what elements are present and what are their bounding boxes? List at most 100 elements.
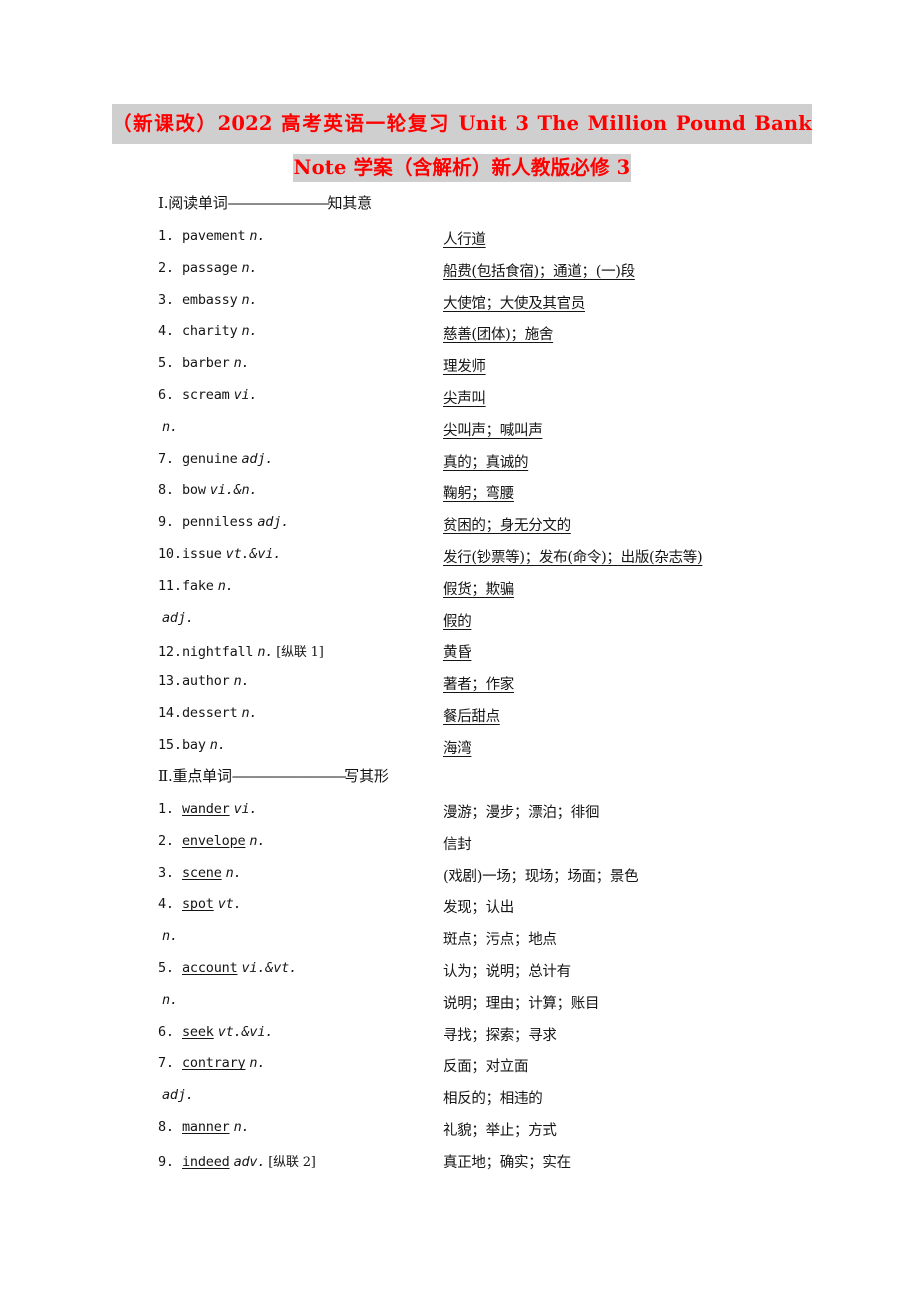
vocabulary-entry: 5. barber n. 理发师 [158, 355, 878, 381]
entry-meaning: 真正地；确实；实在 [443, 1154, 571, 1171]
entry-number: 11. [158, 577, 182, 594]
entry-meaning: 著者；作家 [443, 677, 514, 694]
entry-word: fake [182, 577, 214, 594]
entry-meaning: 海湾 [443, 740, 472, 757]
entry-meaning: 发行(钞票等)；发布(命令)；出版(杂志等) [443, 550, 703, 566]
entry-word: scene [182, 864, 222, 881]
entry-word: spot [182, 896, 214, 913]
entry-number: 14. [158, 705, 182, 721]
entry-part-of-speech: vi. [233, 387, 258, 403]
entry-part-of-speech: n. [217, 577, 234, 594]
entry-meaning: (戏剧)一场；现场；场面；景色 [443, 868, 639, 885]
entry-number: 5. [158, 355, 174, 372]
entry-term: 2. envelope n. [158, 833, 265, 849]
vocabulary-entry: 3. embassy n. 大使馆；大使及其官员 [158, 292, 878, 318]
entry-meaning: 斑点；污点；地点 [443, 932, 557, 949]
entry-term: 8. bow vi.&n. [158, 482, 258, 498]
entry-word: barber [182, 355, 230, 372]
vocabulary-entry: 7. contrary n. 反面；对立面 [158, 1055, 878, 1081]
entry-number: 1. [158, 801, 174, 817]
entry-meaning: 真的；真诚的 [443, 454, 529, 471]
entry-part-of-speech: adj. [241, 450, 274, 467]
entry-part-of-speech: n. [162, 991, 178, 1008]
entry-word: charity [182, 323, 238, 340]
entry-word: wander [182, 801, 230, 817]
page-title-line-2-text: Note 学案（含解析）新人教版必修 3 [292, 154, 632, 182]
entry-part-of-speech: n. [209, 736, 226, 753]
entry-number: 5. [158, 960, 174, 976]
vocabulary-entry: 2. passage n. 船费(包括食宿)；通道；(一)段 [158, 260, 878, 286]
entry-word: contrary [182, 1055, 246, 1072]
entry-word: nightfall [182, 644, 254, 661]
entry-meaning: 贫困的；身无分文的 [443, 518, 571, 535]
entry-part-of-speech: adj. [162, 1087, 194, 1104]
entry-part-of-speech: n. [233, 1119, 250, 1135]
entry-meaning: 船费(包括食宿)；通道；(一)段 [443, 263, 635, 280]
section-heading-prefix: 阅读单词 [168, 194, 228, 212]
entry-meaning: 信封 [443, 836, 472, 853]
entry-meaning: 说明；理由；计算；账目 [443, 995, 600, 1012]
vocabulary-entry: 9. indeed adv. [纵联 2] 真正地；确实；实在 [158, 1151, 878, 1177]
entry-part-of-speech: vt. [217, 896, 242, 913]
vocabulary-entry: 12.nightfall n. [纵联 1] 黄昏 [158, 641, 878, 667]
section-heading-dashes: ———————— [227, 194, 331, 212]
entry-meaning: 礼貌；举止；方式 [443, 1123, 557, 1139]
entry-number: 4. [158, 896, 174, 913]
vocabulary-entry: 6. seek vt.&vi. 寻找；探索；寻求 [158, 1024, 878, 1050]
entry-term: 3. scene n. [158, 865, 242, 881]
entry-term: 9. indeed adv. [纵联 2] [158, 1151, 316, 1170]
entry-word: embassy [182, 291, 238, 308]
entry-part-of-speech: vt.&vi. [217, 1023, 274, 1040]
vocabulary-entry: 4. charity n. 慈善(团体)；施舍 [158, 323, 878, 349]
entry-term: 13.author n. [158, 673, 250, 689]
entry-word: bay [182, 736, 206, 753]
entry-term: 3. embassy n. [158, 291, 258, 308]
entry-word: indeed [182, 1153, 230, 1170]
vocabulary-entry: 1. wander vi. 漫游；漫步；漂泊；徘徊 [158, 801, 878, 827]
entry-cross-reference-tag: [纵联 2] [268, 1154, 316, 1170]
entry-meaning: 慈善(团体)；施舍 [443, 327, 554, 344]
entry-term: 7. genuine adj. [158, 451, 273, 467]
entry-meaning: 人行道 [443, 232, 486, 248]
vocabulary-entry: 1. pavement n. 人行道 [158, 228, 878, 254]
page-title-line-2: Note 学案（含解析）新人教版必修 3 [112, 150, 812, 185]
vocabulary-entry: 8. manner n. 礼貌；举止；方式 [158, 1119, 878, 1145]
entry-term: n. [158, 928, 178, 944]
entry-number: 1. [158, 228, 174, 244]
entry-part-of-speech: n. [257, 644, 274, 661]
vocabulary-entry: 2. envelope n. 信封 [158, 833, 878, 859]
document-page: （新课改）2022 高考英语一轮复习 Unit 3 The Million Po… [0, 0, 920, 1302]
entry-term: 4. spot vt. [158, 896, 242, 912]
entry-number: 7. [158, 1055, 174, 1072]
entry-number: 6. [158, 1023, 174, 1040]
entry-number: 12. [158, 644, 182, 661]
section-heading-1: Ⅰ.阅读单词————————知其意 [158, 192, 372, 213]
entry-word: scream [182, 387, 230, 403]
entry-meaning: 尖声叫 [443, 391, 486, 407]
entry-number: 9. [158, 514, 174, 531]
entry-meaning: 反面；对立面 [443, 1059, 529, 1076]
entry-word: pavement [182, 228, 246, 244]
entry-meaning: 鞠躬；弯腰 [443, 486, 514, 503]
entry-number: 9. [158, 1153, 174, 1170]
entry-meaning: 寻找；探索；寻求 [443, 1027, 557, 1044]
section-heading-prefix: 重点单词 [172, 767, 232, 785]
entry-number: 15. [158, 736, 182, 753]
entry-part-of-speech: adv. [233, 1153, 266, 1170]
entry-number: 8. [158, 1119, 174, 1135]
vocabulary-entry: 3. scene n. (戏剧)一场；现场；场面；景色 [158, 865, 878, 891]
entry-word: seek [182, 1023, 214, 1040]
entry-term: 10.issue vt.&vi. [158, 546, 281, 562]
vocabulary-entry: 8. bow vi.&n. 鞠躬；弯腰 [158, 482, 878, 508]
entry-number: 7. [158, 450, 174, 467]
entry-word: envelope [182, 832, 246, 849]
entry-part-of-speech: n. [241, 259, 258, 276]
entry-meaning: 假的 [443, 613, 472, 630]
entry-part-of-speech: n. [225, 864, 242, 881]
section-heading-suffix: 写其形 [344, 767, 389, 785]
entry-term: adj. [158, 1087, 194, 1103]
vocabulary-entry: 14.dessert n. 餐后甜点 [158, 705, 878, 731]
entry-term: 4. charity n. [158, 323, 258, 340]
entry-part-of-speech: n. [241, 705, 258, 721]
entry-number: 3. [158, 291, 174, 308]
